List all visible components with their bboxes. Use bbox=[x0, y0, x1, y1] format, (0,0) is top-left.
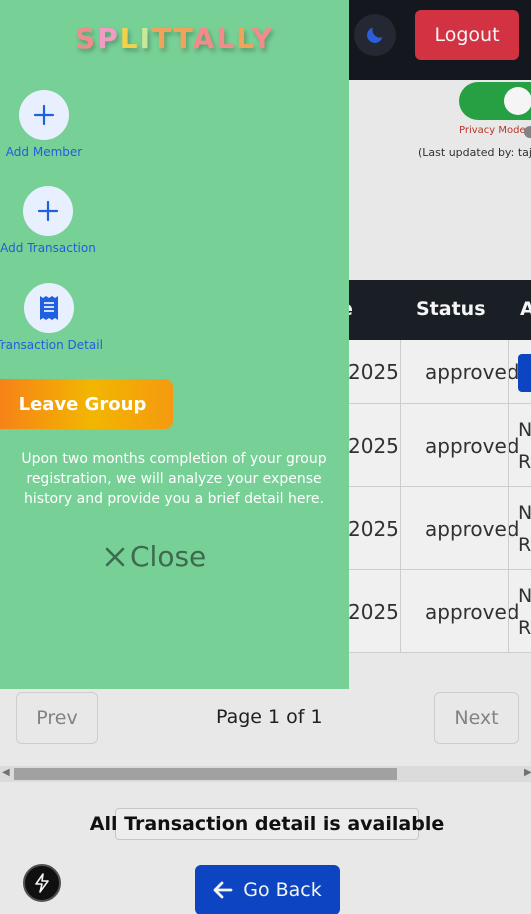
plus-icon bbox=[33, 104, 55, 126]
add-transaction-button[interactable]: Add Transaction bbox=[0, 186, 103, 255]
plus-icon bbox=[37, 200, 59, 222]
logo-letter: P bbox=[97, 22, 120, 55]
add-member-button[interactable]: Add Member bbox=[0, 90, 99, 159]
receipt-icon bbox=[40, 296, 58, 320]
add-transaction-label: Add Transaction bbox=[0, 241, 96, 255]
close-label: Close bbox=[130, 540, 207, 573]
logo-letter: L bbox=[119, 22, 140, 55]
logo-letter: Y bbox=[251, 22, 274, 55]
app-logo: SPLITTALLY bbox=[0, 22, 349, 55]
logo-letter: S bbox=[75, 22, 98, 55]
analysis-note: Upon two months completion of your group… bbox=[21, 451, 327, 507]
logo-letter: L bbox=[216, 22, 237, 55]
transaction-detail-label: Transaction Detail bbox=[0, 338, 103, 352]
close-drawer-button[interactable]: Close bbox=[104, 540, 206, 573]
close-icon bbox=[105, 547, 125, 566]
logo-letter: T bbox=[173, 22, 193, 55]
side-drawer: SPLITTALLY Add Member Add Transaction Tr… bbox=[0, 0, 349, 689]
add-transaction-icon-circle bbox=[23, 186, 73, 236]
leave-group-button[interactable]: Leave Group bbox=[0, 379, 173, 429]
logo-letter: T bbox=[152, 22, 174, 55]
transaction-detail-icon-circle bbox=[24, 283, 74, 333]
transaction-detail-button[interactable]: Transaction Detail bbox=[0, 283, 104, 352]
logo-letter: I bbox=[139, 22, 152, 55]
logo-letter: L bbox=[236, 22, 252, 55]
logo-letter: A bbox=[192, 22, 217, 55]
add-member-label: Add Member bbox=[5, 145, 83, 159]
add-member-icon-circle bbox=[19, 90, 69, 140]
